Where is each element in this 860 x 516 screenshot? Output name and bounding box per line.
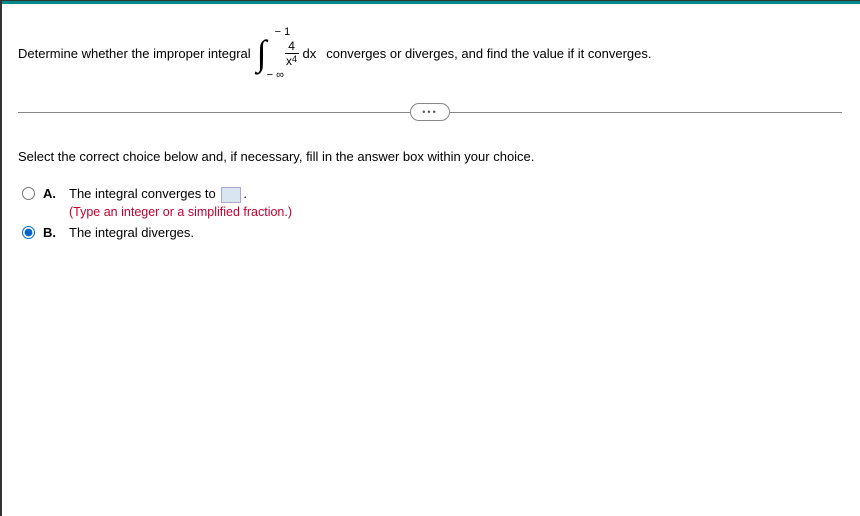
- divider-row: •••: [18, 103, 842, 123]
- choice-b-text: The integral diverges.: [69, 225, 194, 240]
- instruction-text: Select the correct choice below and, if …: [18, 149, 842, 164]
- choice-b-body: The integral diverges.: [69, 225, 842, 240]
- choice-a-answer-input[interactable]: [221, 187, 241, 203]
- fraction-numerator: 4: [288, 40, 295, 53]
- integral-upper-limit: − 1: [275, 26, 291, 38]
- content-area: Determine whether the improper integral …: [0, 4, 860, 240]
- choice-b-radio[interactable]: [22, 226, 35, 239]
- fraction-denominator: x4: [286, 54, 297, 67]
- integrand-fraction: 4 x4: [285, 40, 299, 67]
- integral-expression: − 1 ∫ − ∞ 4 x4 dx: [257, 40, 317, 67]
- integral-sign-icon: ∫: [257, 41, 267, 66]
- question-suffix: converges or diverges, and find the valu…: [326, 46, 651, 61]
- choice-a-text-before: The integral converges to: [69, 186, 216, 201]
- choice-a-text-after: .: [243, 186, 247, 201]
- choice-a-row: A. The integral converges to . (Type an …: [18, 186, 842, 219]
- dx-label: dx: [303, 46, 317, 61]
- question-prefix: Determine whether the improper integral: [18, 46, 251, 61]
- integral-lower-limit: − ∞: [267, 69, 284, 81]
- question-statement: Determine whether the improper integral …: [18, 40, 842, 67]
- choice-b-letter: B.: [43, 225, 59, 240]
- choice-a-letter: A.: [43, 186, 59, 201]
- choice-a-body: The integral converges to . (Type an int…: [69, 186, 842, 219]
- choice-a-hint: (Type an integer or a simplified fractio…: [69, 205, 842, 219]
- choice-a-radio[interactable]: [22, 187, 35, 200]
- left-border: [0, 0, 2, 516]
- expand-toggle-button[interactable]: •••: [410, 103, 450, 121]
- choice-b-row: B. The integral diverges.: [18, 225, 842, 240]
